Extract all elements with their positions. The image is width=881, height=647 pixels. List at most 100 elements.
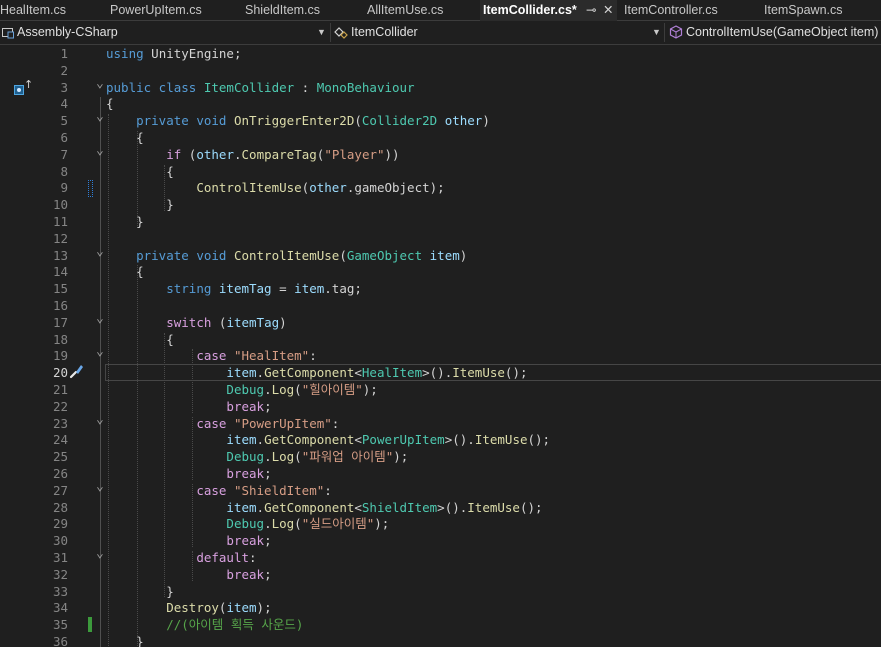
- line-number: 34: [52, 600, 68, 616]
- code-line[interactable]: 35 //(아이템 획득 사운드): [0, 616, 881, 633]
- code-text[interactable]: }: [106, 633, 144, 647]
- code-line[interactable]: 12: [0, 230, 881, 247]
- tab-itemcontroller[interactable]: ItemController.cs: [624, 0, 718, 20]
- code-text[interactable]: break;: [106, 532, 271, 549]
- code-text[interactable]: {: [106, 263, 144, 280]
- code-line[interactable]: 17 ⌄ switch (itemTag): [0, 312, 881, 331]
- fold-chevron-icon[interactable]: ⌄: [96, 345, 104, 358]
- csharp-project-icon: [2, 28, 14, 39]
- code-text[interactable]: item.GetComponent<PowerUpItem>().ItemUse…: [106, 431, 550, 448]
- code-line[interactable]: 11 }: [0, 213, 881, 230]
- tab-allitemuse[interactable]: AllItemUse.cs: [367, 0, 443, 20]
- code-line[interactable]: 34 Destroy(item);: [0, 599, 881, 616]
- code-editor[interactable]: 1 using UnityEngine; 2 3 ↑ ⌄ public class Item…: [0, 45, 881, 647]
- class-dropdown[interactable]: ItemCollider ▼: [331, 21, 663, 44]
- code-text[interactable]: break;: [106, 566, 271, 583]
- code-line[interactable]: 8 {: [0, 163, 881, 180]
- code-line[interactable]: 1 using UnityEngine;: [0, 45, 881, 62]
- code-line[interactable]: 29 Debug.Log("실드아이템");: [0, 515, 881, 532]
- code-text[interactable]: Destroy(item);: [106, 599, 271, 616]
- code-line[interactable]: 9 ControlItemUse(other.gameObject);: [0, 179, 881, 198]
- code-text[interactable]: string itemTag = item.tag;: [106, 280, 362, 297]
- line-number: 32: [52, 566, 68, 582]
- code-text[interactable]: {: [106, 163, 174, 180]
- code-line[interactable]: 22 break;: [0, 398, 881, 415]
- fold-chevron-icon[interactable]: ⌄: [96, 480, 104, 493]
- code-line[interactable]: 28 item.GetComponent<ShieldItem>().ItemU…: [0, 499, 881, 516]
- code-line[interactable]: 21 Debug.Log("힐아이템");: [0, 381, 881, 398]
- tab-label: ItemCollider.cs*: [483, 3, 577, 17]
- member-dropdown[interactable]: ControlItemUse(GameObject item): [665, 21, 881, 44]
- code-text[interactable]: default:: [106, 549, 256, 566]
- code-text[interactable]: item.GetComponent<ShieldItem>().ItemUse(…: [106, 499, 542, 516]
- line-number: 13: [52, 247, 68, 263]
- code-line[interactable]: 5 ⌄ private void OnTriggerEnter2D(Collide…: [0, 110, 881, 129]
- code-line[interactable]: 23 ⌄ case "PowerUpItem":: [0, 413, 881, 432]
- code-text[interactable]: Debug.Log("힐아이템");: [106, 381, 377, 398]
- code-text[interactable]: case "PowerUpItem":: [106, 415, 339, 432]
- fold-chevron-icon[interactable]: ⌄: [96, 547, 104, 560]
- code-text[interactable]: public class ItemCollider : MonoBehaviou…: [106, 79, 415, 96]
- code-text[interactable]: //(아이템 획득 사운드): [106, 616, 303, 633]
- code-line[interactable]: 30 break;: [0, 532, 881, 549]
- tab-healitem[interactable]: HealItem.cs: [0, 0, 66, 20]
- code-line[interactable]: 31 ⌄ default:: [0, 547, 881, 566]
- code-line[interactable]: 14 {: [0, 263, 881, 280]
- line-number: 8: [60, 163, 68, 179]
- code-text[interactable]: }: [106, 196, 174, 213]
- code-line[interactable]: 20 item.GetComponent<HealItem>().ItemUse…: [0, 364, 881, 382]
- code-line[interactable]: 25 Debug.Log("파워업 아이템");: [0, 448, 881, 465]
- code-line[interactable]: 3 ↑ ⌄ public class ItemCollider : MonoBehav…: [0, 77, 881, 96]
- tab-itemcollider[interactable]: ItemCollider.cs* ⊸ ✕: [480, 0, 617, 22]
- code-text[interactable]: if (other.CompareTag("Player")): [106, 146, 399, 163]
- fold-chevron-icon[interactable]: ⌄: [96, 245, 104, 258]
- code-line[interactable]: 24 item.GetComponent<PowerUpItem>().Item…: [0, 431, 881, 448]
- code-text[interactable]: break;: [106, 398, 271, 415]
- code-line[interactable]: 6 {: [0, 129, 881, 146]
- code-line[interactable]: 36 }: [0, 633, 881, 647]
- code-line[interactable]: 4{: [0, 95, 881, 112]
- code-line[interactable]: 33 }: [0, 583, 881, 600]
- code-line[interactable]: 32 break;: [0, 566, 881, 583]
- close-tab-icon[interactable]: ✕: [603, 0, 613, 20]
- code-text[interactable]: switch (itemTag): [106, 314, 286, 331]
- fold-chevron-icon[interactable]: ⌄: [96, 413, 104, 426]
- code-text[interactable]: {: [106, 129, 144, 146]
- tab-powerupitem[interactable]: PowerUpItem.cs: [110, 0, 202, 20]
- code-line[interactable]: 26 break;: [0, 465, 881, 482]
- code-text[interactable]: private void OnTriggerEnter2D(Collider2D…: [106, 112, 490, 129]
- code-text[interactable]: }: [106, 213, 144, 230]
- code-text[interactable]: case "ShieldItem":: [106, 482, 331, 499]
- code-text[interactable]: private void ControlItemUse(GameObject i…: [106, 247, 467, 264]
- code-line[interactable]: 16: [0, 297, 881, 314]
- code-text[interactable]: ControlItemUse(other.gameObject);: [106, 179, 444, 196]
- code-text[interactable]: item.GetComponent<HealItem>().ItemUse();: [106, 364, 527, 381]
- line-number: 9: [60, 180, 68, 196]
- code-text[interactable]: Debug.Log("파워업 아이템");: [106, 448, 408, 465]
- line-number: 26: [52, 466, 68, 481]
- code-text[interactable]: Debug.Log("실드아이템");: [106, 515, 389, 532]
- code-text[interactable]: {: [106, 331, 174, 348]
- tab-itemspawn[interactable]: ItemSpawn.cs: [764, 0, 843, 20]
- code-text[interactable]: {: [106, 95, 114, 112]
- code-line[interactable]: 13 ⌄ private void ControlItemUse(GameObje…: [0, 245, 881, 264]
- code-text[interactable]: break;: [106, 465, 271, 482]
- code-line[interactable]: 2: [0, 62, 881, 79]
- line-number: 35: [52, 617, 68, 633]
- code-text[interactable]: using UnityEngine;: [106, 45, 241, 62]
- pin-tab-icon[interactable]: ⊸: [586, 0, 596, 20]
- fold-chevron-icon[interactable]: ⌄: [96, 144, 104, 157]
- tab-shielditem[interactable]: ShieldItem.cs: [245, 0, 320, 20]
- code-text[interactable]: }: [106, 583, 174, 600]
- code-line[interactable]: 19 ⌄ case "HealItem":: [0, 345, 881, 364]
- code-line[interactable]: 27 ⌄ case "ShieldItem":: [0, 480, 881, 499]
- code-text[interactable]: case "HealItem":: [106, 347, 316, 364]
- code-line[interactable]: 15 string itemTag = item.tag;: [0, 280, 881, 297]
- code-line[interactable]: 7 ⌄ if (other.CompareTag("Player")): [0, 144, 881, 163]
- fold-chevron-icon[interactable]: ⌄: [96, 312, 104, 325]
- project-dropdown[interactable]: Assembly-CSharp ▼: [0, 21, 330, 44]
- fold-chevron-icon[interactable]: ⌄: [96, 77, 104, 90]
- code-line[interactable]: 10 }: [0, 196, 881, 213]
- code-line[interactable]: 18 {: [0, 331, 881, 348]
- fold-chevron-icon[interactable]: ⌄: [96, 110, 104, 123]
